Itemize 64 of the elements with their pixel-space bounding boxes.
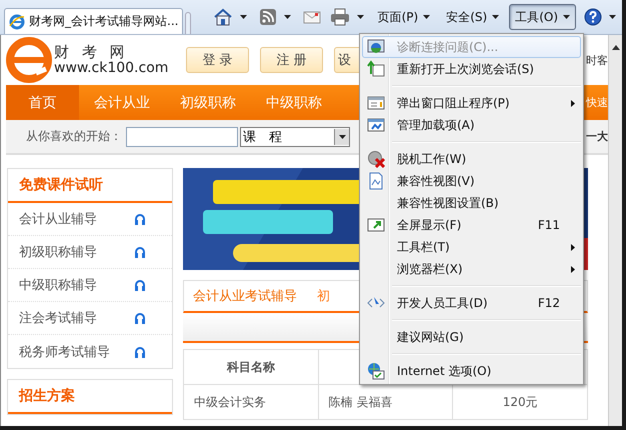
search-label: 从你喜欢的开始： xyxy=(26,128,122,145)
menu-item[interactable]: 兼容性视图(V) xyxy=(362,170,581,192)
menu-item-icon xyxy=(367,216,385,234)
caret-icon xyxy=(492,15,500,19)
rss-icon[interactable] xyxy=(258,8,277,26)
caret-icon xyxy=(423,15,430,19)
search-field[interactable] xyxy=(126,126,238,146)
sidebar-link[interactable]: 税务师考试辅导 xyxy=(19,342,110,360)
logo-url: www.ck100.com xyxy=(54,60,168,76)
browser-tab[interactable]: 财考网_会计考试辅导网站... xyxy=(4,8,184,34)
logo-icon xyxy=(6,37,52,83)
menu-item-icon xyxy=(367,172,385,190)
help-icon[interactable] xyxy=(584,8,602,26)
menu-item[interactable]: 建议网站(G) xyxy=(362,326,581,348)
menu-item-icon xyxy=(367,362,385,380)
mail-icon[interactable] xyxy=(302,10,321,24)
menu-item[interactable]: 工具栏(T) xyxy=(362,236,581,258)
menu-item[interactable]: 管理加载项(A) xyxy=(362,114,581,136)
menu-item[interactable]: 重新打开上次浏览会话(S) xyxy=(362,58,581,80)
column-header: 科目名称 xyxy=(184,350,318,384)
caret-icon[interactable] xyxy=(609,15,616,19)
caret-icon xyxy=(563,15,570,19)
menu-item-icon xyxy=(367,150,385,168)
sidebar-link[interactable]: 初级职称辅导 xyxy=(19,243,97,261)
caret-icon[interactable] xyxy=(240,15,247,19)
headphones-icon[interactable] xyxy=(134,346,146,358)
table-cell: 中级会计实务 xyxy=(184,384,318,420)
menu-item-icon xyxy=(367,38,385,56)
printer-icon[interactable] xyxy=(330,8,350,26)
toolbar-menu-button[interactable]: 安全(S) xyxy=(440,4,506,30)
sidebar-link[interactable]: 中级职称辅导 xyxy=(19,276,97,294)
header-button[interactable]: 注 册 xyxy=(260,47,323,73)
toolbar-menu-button[interactable]: 页面(P) xyxy=(372,4,436,30)
sidebar-link[interactable]: 注会考试辅导 xyxy=(19,309,97,327)
headphones-icon[interactable] xyxy=(134,246,146,258)
menu-item[interactable]: 浏览器栏(X) xyxy=(362,258,581,280)
header-button[interactable]: 登 录 xyxy=(186,47,249,73)
sidebar-link[interactable]: 会计从业辅导 xyxy=(19,210,97,228)
headphones-icon[interactable] xyxy=(134,213,146,225)
caret-icon[interactable] xyxy=(356,15,364,19)
caret-icon xyxy=(338,134,346,138)
menu-item-icon xyxy=(367,116,385,134)
caret-icon[interactable] xyxy=(284,15,291,19)
headphones-icon[interactable] xyxy=(134,279,146,291)
menu-item[interactable]: Internet 选项(O) xyxy=(362,360,581,382)
menu-item[interactable]: 弹出窗口阻止程序(P) xyxy=(362,92,581,114)
ie-logo-icon xyxy=(9,14,25,30)
scroll-up-icon[interactable] xyxy=(612,45,620,50)
home-icon[interactable] xyxy=(212,8,233,26)
search-bar-text: 一大 xyxy=(586,129,608,144)
header-text: 时客 xyxy=(586,52,608,68)
scrollbar[interactable] xyxy=(608,35,622,426)
menu-item[interactable]: 兼容性视图设置(B) xyxy=(362,192,581,214)
menu-item-icon xyxy=(367,60,385,78)
sidebar-title: 招生方案 xyxy=(8,380,172,414)
menu-item[interactable]: 开发人员工具(D) F12 xyxy=(362,292,581,314)
toolbar-menu-button[interactable]: 工具(O) xyxy=(509,4,576,30)
menu-item-icon xyxy=(367,94,385,112)
headphones-icon[interactable] xyxy=(134,312,146,324)
logo-name: 财 考 网 xyxy=(54,44,129,61)
course-select[interactable]: 课 程 xyxy=(240,126,350,146)
menu-item[interactable]: 全屏显示(F) F11 xyxy=(362,214,581,236)
menu-item[interactable]: 脱机工作(W) xyxy=(362,148,581,170)
sidebar-title: 免费课件试听 xyxy=(8,169,172,203)
